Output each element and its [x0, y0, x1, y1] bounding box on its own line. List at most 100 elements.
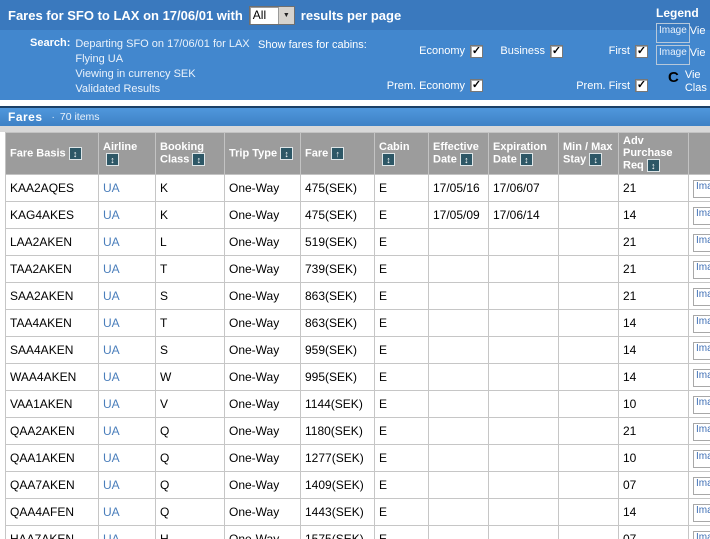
airline-link[interactable]: UA	[103, 343, 120, 357]
sort-icon[interactable]: ↕	[589, 153, 602, 166]
airline-link[interactable]: UA	[103, 181, 120, 195]
sort-icon[interactable]: ↕	[280, 147, 293, 160]
cell-adv-purchase: 07	[619, 472, 689, 499]
image-placeholder[interactable]: Image	[693, 504, 710, 522]
cell-trip-type: One-Way	[225, 337, 301, 364]
cell-expiration-date	[489, 310, 559, 337]
image-placeholder[interactable]: Image	[693, 234, 710, 252]
cabin-first-checkbox[interactable]: ✓	[635, 45, 648, 58]
cell-cabin: E	[375, 445, 429, 472]
cell-adv-purchase: 10	[619, 391, 689, 418]
results-per-page-select[interactable]: All ▼	[249, 6, 295, 25]
fares-table: Fare Basis↕ Airline↕ Booking Class↕ Trip…	[5, 132, 710, 539]
image-placeholder[interactable]: Image	[693, 342, 710, 360]
separator-dot: ·	[52, 112, 55, 123]
sort-icon[interactable]: ↕	[382, 153, 395, 166]
cabin-checkbox-grid: Economy ✓ Business ✓ First ✓ Prem. Econo…	[378, 37, 648, 100]
table-header-row: Fare Basis↕ Airline↕ Booking Class↕ Trip…	[6, 133, 710, 175]
cell-fare-basis: SAA4AKEN	[6, 337, 99, 364]
image-placeholder[interactable]: Image	[693, 315, 710, 333]
cell-effective-date: 17/05/16	[429, 175, 489, 202]
cabin-prem-first-checkbox[interactable]: ✓	[635, 79, 648, 92]
cell-fare-basis: TAA2AKEN	[6, 256, 99, 283]
cabin-business: Business ✓	[483, 45, 563, 58]
airline-link[interactable]: UA	[103, 424, 120, 438]
sort-icon[interactable]: ↕	[69, 147, 82, 160]
cell-booking-class: Q	[156, 445, 225, 472]
airline-link[interactable]: UA	[103, 397, 120, 411]
chevron-down-icon[interactable]: ▼	[278, 7, 294, 24]
cell-booking-class: T	[156, 310, 225, 337]
cell-effective-date	[429, 499, 489, 526]
sort-icon[interactable]: ↕	[460, 153, 473, 166]
cell-fare-basis: LAA2AKEN	[6, 229, 99, 256]
image-placeholder[interactable]: Image	[693, 288, 710, 306]
sort-icon[interactable]: ↕	[106, 153, 119, 166]
image-placeholder[interactable]: Image	[693, 369, 710, 387]
sort-icon[interactable]: ↕	[192, 153, 205, 166]
cell-airline: UA	[99, 175, 156, 202]
col-label: Trip Type	[229, 147, 277, 159]
table-row: QAA7AKENUAQOne-Way1409(SEK)E07Image	[6, 472, 710, 499]
image-placeholder[interactable]: Image	[693, 531, 710, 539]
search-panel: Search: Departing SFO on 17/06/01 for LA…	[0, 30, 710, 100]
image-placeholder[interactable]: Image	[693, 180, 710, 198]
cell-expiration-date	[489, 337, 559, 364]
cell-booking-class: W	[156, 364, 225, 391]
image-placeholder[interactable]: Image	[693, 396, 710, 414]
legend-item: C Vie Clas	[656, 67, 710, 95]
airline-link[interactable]: UA	[103, 505, 120, 519]
cell-cabin: E	[375, 364, 429, 391]
cell-trip-type: One-Way	[225, 472, 301, 499]
cell-adv-purchase: 10	[619, 445, 689, 472]
cell-trip-type: One-Way	[225, 391, 301, 418]
sort-icon[interactable]: ↕	[520, 153, 533, 166]
cabin-prem-first-label: Prem. First	[576, 80, 630, 92]
cabin-prem-economy-checkbox[interactable]: ✓	[470, 79, 483, 92]
airline-link[interactable]: UA	[103, 370, 120, 384]
cell-fare: 863(SEK)	[301, 283, 375, 310]
image-placeholder[interactable]: Image	[693, 261, 710, 279]
cell-fare-basis: KAA2AQES	[6, 175, 99, 202]
cell-fare: 959(SEK)	[301, 337, 375, 364]
table-row: KAG4AKESUAKOne-Way475(SEK)E17/05/0917/06…	[6, 202, 710, 229]
image-placeholder[interactable]: Image	[693, 477, 710, 495]
cell-min-max-stay	[559, 337, 619, 364]
cell-effective-date	[429, 445, 489, 472]
cell-fare: 1575(SEK)	[301, 526, 375, 539]
cell-rule-image: Image	[689, 391, 710, 418]
table-row: SAA2AKENUASOne-Way863(SEK)E21Image	[6, 283, 710, 310]
image-placeholder[interactable]: Image	[693, 450, 710, 468]
cell-rule-image: Image	[689, 175, 710, 202]
airline-link[interactable]: UA	[103, 478, 120, 492]
image-placeholder[interactable]: Image	[693, 423, 710, 441]
cell-fare: 1180(SEK)	[301, 418, 375, 445]
airline-link[interactable]: UA	[103, 235, 120, 249]
cell-trip-type: One-Way	[225, 364, 301, 391]
table-row: HAA7AKENUAHOne-Way1575(SEK)E07Image	[6, 526, 710, 539]
airline-link[interactable]: UA	[103, 262, 120, 276]
table-row: QAA4AFENUAQOne-Way1443(SEK)E14Image	[6, 499, 710, 526]
cell-booking-class: H	[156, 526, 225, 539]
cell-rule-image: Image	[689, 418, 710, 445]
cabin-business-checkbox[interactable]: ✓	[550, 45, 563, 58]
cell-trip-type: One-Way	[225, 418, 301, 445]
image-placeholder[interactable]: Image	[693, 207, 710, 225]
criteria-validated: Validated Results	[75, 82, 249, 97]
sort-icon[interactable]: ↕	[647, 159, 660, 172]
airline-link[interactable]: UA	[103, 289, 120, 303]
cell-airline: UA	[99, 445, 156, 472]
airline-link[interactable]: UA	[103, 532, 120, 539]
cell-rule-image: Image	[689, 256, 710, 283]
airline-link[interactable]: UA	[103, 208, 120, 222]
table-row: SAA4AKENUASOne-Way959(SEK)E14Image	[6, 337, 710, 364]
cell-min-max-stay	[559, 202, 619, 229]
col-header-effective-date: Effective Date↕	[429, 133, 489, 175]
sort-asc-icon[interactable]: ↑	[331, 147, 344, 160]
fare-display-page: Fares for SFO to LAX on 17/06/01 with Al…	[0, 0, 710, 539]
legend-item-label: Vie	[690, 45, 706, 60]
cell-adv-purchase: 14	[619, 337, 689, 364]
cabin-economy-checkbox[interactable]: ✓	[470, 45, 483, 58]
airline-link[interactable]: UA	[103, 316, 120, 330]
airline-link[interactable]: UA	[103, 451, 120, 465]
